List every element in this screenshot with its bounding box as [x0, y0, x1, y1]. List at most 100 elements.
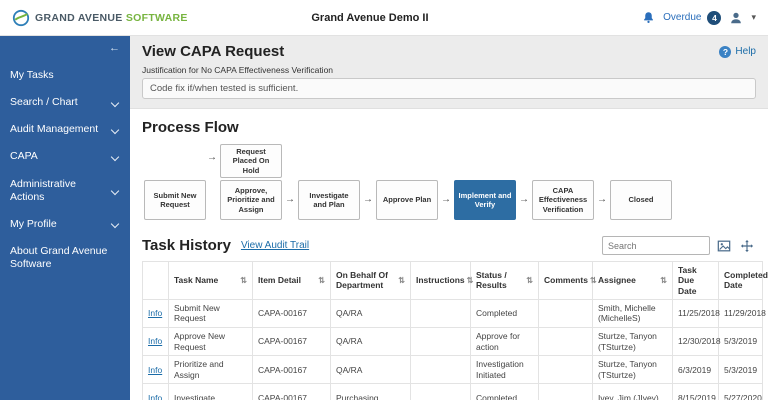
flow-step-closed: Closed: [610, 180, 672, 220]
help-label: Help: [735, 46, 756, 57]
top-bar: GRAND AVENUE SOFTWARE Grand Avenue Demo …: [0, 0, 768, 36]
cell-comments: [539, 327, 593, 355]
cell-assignee: Smith, Michelle (MichelleS): [593, 299, 673, 327]
image-icon: [717, 239, 731, 253]
col-completed-date[interactable]: Completed Date: [719, 262, 763, 300]
cell-department: QA/RA: [331, 327, 411, 355]
task-history-table: Task Name⇅ Item Detail⇅ On Behalf Of Dep…: [142, 261, 763, 400]
chevron-down-icon[interactable]: ▾: [751, 12, 756, 23]
sidebar-item-search-chart[interactable]: Search / Chart: [0, 89, 130, 116]
chevron-down-icon: [111, 126, 119, 134]
help-link[interactable]: ? Help: [719, 46, 756, 58]
cell-task-name: Submit New Request: [169, 299, 253, 327]
col-item-detail[interactable]: Item Detail⇅: [253, 262, 331, 300]
cell-item-detail: CAPA-00167: [253, 299, 331, 327]
cell-completed-date: 5/27/2020: [719, 384, 763, 400]
sidebar-item-about[interactable]: About Grand Avenue Software: [0, 238, 130, 278]
col-task-due-date[interactable]: Task Due Date: [673, 262, 719, 300]
cell-due-date: 12/30/2018: [673, 327, 719, 355]
search-input[interactable]: [602, 236, 710, 255]
table-row: Info Approve New Request CAPA-00167 QA/R…: [143, 327, 763, 355]
cell-item-detail: CAPA-00167: [253, 327, 331, 355]
cell-completed-date: 5/3/2019: [719, 356, 763, 384]
cell-comments: [539, 356, 593, 384]
process-flow: Submit New Request → Request Placed On H…: [144, 144, 756, 220]
sidebar-item-audit-management[interactable]: Audit Management: [0, 116, 130, 143]
sidebar-item-my-tasks[interactable]: My Tasks: [0, 62, 130, 89]
sort-icon[interactable]: ⇅: [467, 276, 474, 285]
col-status-results[interactable]: Status / Results⇅: [471, 262, 539, 300]
sort-icon[interactable]: ⇅: [526, 276, 533, 285]
justification-label: Justification for No CAPA Effectiveness …: [142, 65, 756, 75]
flow-branch-group: → Request Placed On Hold Approve, Priori…: [220, 144, 282, 220]
sidebar-item-label: My Tasks: [10, 69, 54, 82]
table-row: Info Prioritize and Assign CAPA-00167 QA…: [143, 356, 763, 384]
info-link[interactable]: Info: [148, 393, 162, 400]
cell-status: Approve for action: [471, 327, 539, 355]
cell-instructions: [411, 299, 471, 327]
table-row: Info Submit New Request CAPA-00167 QA/RA…: [143, 299, 763, 327]
cell-assignee: Ivey, Jim (JIvey): [593, 384, 673, 400]
sidebar-item-administrative-actions[interactable]: Administrative Actions: [0, 171, 130, 211]
bell-icon: [642, 11, 655, 24]
sidebar-item-label: Search / Chart: [10, 96, 78, 109]
flow-arrow-icon: →: [207, 152, 217, 163]
logo-grand: GRAND AVENUE: [35, 12, 123, 24]
cell-instructions: [411, 327, 471, 355]
flow-step-approve-plan: Approve Plan: [376, 180, 438, 220]
justification-field[interactable]: Code fix if/when tested is sufficient.: [142, 78, 756, 99]
col-assignee[interactable]: Assignee⇅: [593, 262, 673, 300]
move-icon: [740, 239, 754, 253]
info-link[interactable]: Info: [148, 365, 162, 375]
info-link[interactable]: Info: [148, 336, 162, 346]
sidebar-item-label: My Profile: [10, 218, 57, 231]
sidebar-item-label: Audit Management: [10, 123, 98, 136]
cell-due-date: 8/15/2019: [673, 384, 719, 400]
cell-due-date: 11/25/2018: [673, 299, 719, 327]
user-menu-button[interactable]: [727, 9, 745, 27]
flow-step-submit-new-request: Submit New Request: [144, 180, 206, 220]
chevron-down-icon: [111, 186, 119, 194]
chevron-down-icon: [111, 153, 119, 161]
overdue-label[interactable]: Overdue: [663, 12, 701, 23]
cell-task-name: Approve New Request: [169, 327, 253, 355]
cell-assignee: Sturtze, Tanyon (TSturtze): [593, 356, 673, 384]
cell-status: Completed: [471, 299, 539, 327]
sort-icon[interactable]: ⇅: [398, 276, 405, 285]
cell-due-date: 6/3/2019: [673, 356, 719, 384]
sort-icon[interactable]: ⇅: [318, 276, 325, 285]
sort-icon[interactable]: ⇅: [590, 276, 597, 285]
info-link[interactable]: Info: [148, 308, 162, 318]
person-icon: [729, 11, 743, 25]
chevron-down-icon: [111, 98, 119, 106]
col-comments[interactable]: Comments⇅: [539, 262, 593, 300]
globe-icon: [12, 9, 30, 27]
cell-instructions: [411, 356, 471, 384]
col-on-behalf-of-department[interactable]: On Behalf Of Department⇅: [331, 262, 411, 300]
sidebar-item-my-profile[interactable]: My Profile: [0, 211, 130, 238]
flow-arrow-icon: →: [438, 194, 454, 205]
export-image-button[interactable]: [715, 237, 733, 255]
notifications-button[interactable]: [640, 9, 657, 26]
sort-icon[interactable]: ⇅: [660, 276, 667, 285]
cell-task-name: Investigate: [169, 384, 253, 400]
col-task-name[interactable]: Task Name⇅: [169, 262, 253, 300]
cell-comments: [539, 384, 593, 400]
cell-department: Purchasing: [331, 384, 411, 400]
sidebar: ← My Tasks Search / Chart Audit Manageme…: [0, 36, 130, 400]
logo-text: GRAND AVENUE SOFTWARE: [35, 12, 188, 24]
flow-step-request-placed-on-hold: Request Placed On Hold: [220, 144, 282, 178]
sidebar-item-capa[interactable]: CAPA: [0, 143, 130, 170]
col-instructions[interactable]: Instructions⇅: [411, 262, 471, 300]
cell-instructions: [411, 384, 471, 400]
help-icon: ?: [719, 46, 731, 58]
sidebar-collapse-button[interactable]: ←: [109, 42, 120, 54]
company-logo: GRAND AVENUE SOFTWARE: [12, 9, 188, 27]
cell-item-detail: CAPA-00167: [253, 356, 331, 384]
view-audit-trail-link[interactable]: View Audit Trail: [241, 240, 309, 251]
task-history-section: Task History View Audit Trail: [130, 230, 768, 400]
sort-icon[interactable]: ⇅: [240, 276, 247, 285]
expand-button[interactable]: [738, 237, 756, 255]
flow-arrow-icon: →: [282, 194, 298, 205]
sidebar-item-label: Administrative Actions: [10, 178, 106, 204]
